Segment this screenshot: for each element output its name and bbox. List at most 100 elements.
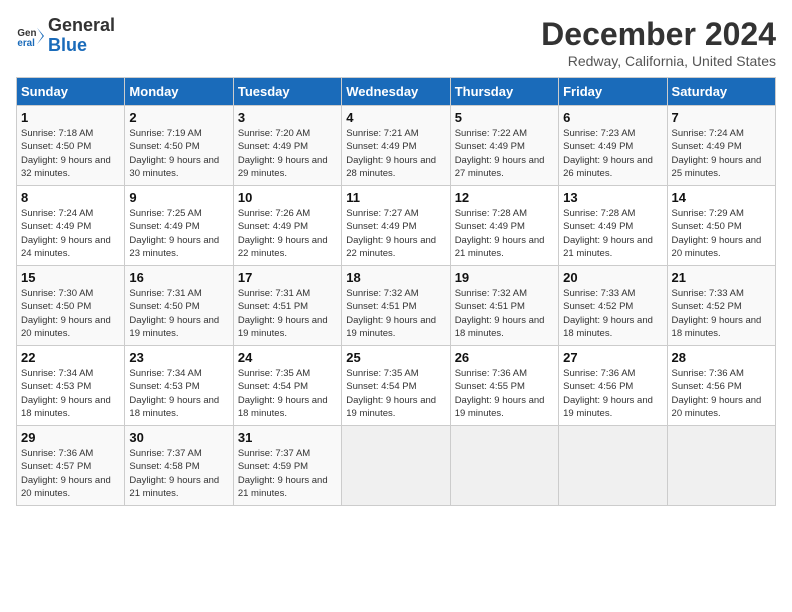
header: Gen eral GeneralBlue December 2024 Redwa… <box>16 16 776 69</box>
table-row: 16Sunrise: 7:31 AMSunset: 4:50 PMDayligh… <box>125 266 233 346</box>
day-number: 12 <box>455 190 554 205</box>
day-number: 18 <box>346 270 445 285</box>
day-info: Sunrise: 7:18 AMSunset: 4:50 PMDaylight:… <box>21 128 111 179</box>
logo-icon: Gen eral <box>16 22 44 50</box>
day-number: 17 <box>238 270 337 285</box>
day-number: 7 <box>672 110 771 125</box>
day-number: 31 <box>238 430 337 445</box>
day-info: Sunrise: 7:29 AMSunset: 4:50 PMDaylight:… <box>672 208 762 259</box>
table-row: 14 Sunrise: 7:29 AMSunset: 4:50 PMDayligh… <box>667 186 775 266</box>
calendar-week-3: 15Sunrise: 7:30 AMSunset: 4:50 PMDayligh… <box>17 266 776 346</box>
table-row: 1 Sunrise: 7:18 AMSunset: 4:50 PMDaylight… <box>17 106 125 186</box>
day-number: 22 <box>21 350 120 365</box>
day-info: Sunrise: 7:34 AMSunset: 4:53 PMDaylight:… <box>21 368 111 419</box>
day-info: Sunrise: 7:36 AMSunset: 4:57 PMDaylight:… <box>21 448 111 499</box>
day-info: Sunrise: 7:21 AMSunset: 4:49 PMDaylight:… <box>346 128 436 179</box>
day-info: Sunrise: 7:22 AMSunset: 4:49 PMDaylight:… <box>455 128 545 179</box>
day-number: 28 <box>672 350 771 365</box>
day-info: Sunrise: 7:24 AMSunset: 4:49 PMDaylight:… <box>21 208 111 259</box>
day-info: Sunrise: 7:35 AMSunset: 4:54 PMDaylight:… <box>346 368 436 419</box>
table-row: 6 Sunrise: 7:23 AMSunset: 4:49 PMDaylight… <box>559 106 667 186</box>
day-number: 23 <box>129 350 228 365</box>
day-number: 29 <box>21 430 120 445</box>
day-number: 9 <box>129 190 228 205</box>
day-number: 8 <box>21 190 120 205</box>
table-row: 26Sunrise: 7:36 AMSunset: 4:55 PMDayligh… <box>450 346 558 426</box>
calendar-week-1: 1 Sunrise: 7:18 AMSunset: 4:50 PMDaylight… <box>17 106 776 186</box>
table-row: 11 Sunrise: 7:27 AMSunset: 4:49 PMDayligh… <box>342 186 450 266</box>
table-row: 20 Sunrise: 7:33 AMSunset: 4:52 PMDayligh… <box>559 266 667 346</box>
table-row: 22 Sunrise: 7:34 AMSunset: 4:53 PMDayligh… <box>17 346 125 426</box>
table-row: 9 Sunrise: 7:25 AMSunset: 4:49 PMDaylight… <box>125 186 233 266</box>
day-info: Sunrise: 7:36 AMSunset: 4:56 PMDaylight:… <box>672 368 762 419</box>
table-row: 23 Sunrise: 7:34 AMSunset: 4:53 PMDayligh… <box>125 346 233 426</box>
day-number: 4 <box>346 110 445 125</box>
day-info: Sunrise: 7:34 AMSunset: 4:53 PMDaylight:… <box>129 368 219 419</box>
header-sunday: Sunday <box>17 78 125 106</box>
day-number: 21 <box>672 270 771 285</box>
day-number: 14 <box>672 190 771 205</box>
day-info: Sunrise: 7:27 AMSunset: 4:49 PMDaylight:… <box>346 208 436 259</box>
day-info: Sunrise: 7:36 AMSunset: 4:56 PMDaylight:… <box>563 368 653 419</box>
day-number: 20 <box>563 270 662 285</box>
day-info: Sunrise: 7:32 AMSunset: 4:51 PMDaylight:… <box>346 288 436 339</box>
day-info: Sunrise: 7:33 AMSunset: 4:52 PMDaylight:… <box>672 288 762 339</box>
day-info: Sunrise: 7:32 AMSunset: 4:51 PMDaylight:… <box>455 288 545 339</box>
header-saturday: Saturday <box>667 78 775 106</box>
table-row: 27 Sunrise: 7:36 AMSunset: 4:56 PMDayligh… <box>559 346 667 426</box>
day-info: Sunrise: 7:35 AMSunset: 4:54 PMDaylight:… <box>238 368 328 419</box>
table-row: 15Sunrise: 7:30 AMSunset: 4:50 PMDayligh… <box>17 266 125 346</box>
table-row: 12 Sunrise: 7:28 AMSunset: 4:49 PMDayligh… <box>450 186 558 266</box>
day-number: 24 <box>238 350 337 365</box>
table-row <box>450 426 558 506</box>
svg-text:eral: eral <box>17 38 35 49</box>
header-friday: Friday <box>559 78 667 106</box>
day-info: Sunrise: 7:25 AMSunset: 4:49 PMDaylight:… <box>129 208 219 259</box>
day-number: 3 <box>238 110 337 125</box>
logo-text: GeneralBlue <box>48 16 115 56</box>
table-row: 25Sunrise: 7:35 AMSunset: 4:54 PMDayligh… <box>342 346 450 426</box>
day-info: Sunrise: 7:28 AMSunset: 4:49 PMDaylight:… <box>455 208 545 259</box>
day-info: Sunrise: 7:37 AMSunset: 4:58 PMDaylight:… <box>129 448 219 499</box>
header-monday: Monday <box>125 78 233 106</box>
table-row: 8 Sunrise: 7:24 AMSunset: 4:49 PMDaylight… <box>17 186 125 266</box>
day-info: Sunrise: 7:28 AMSunset: 4:49 PMDaylight:… <box>563 208 653 259</box>
day-info: Sunrise: 7:33 AMSunset: 4:52 PMDaylight:… <box>563 288 653 339</box>
table-row: 28 Sunrise: 7:36 AMSunset: 4:56 PMDayligh… <box>667 346 775 426</box>
day-number: 11 <box>346 190 445 205</box>
day-number: 19 <box>455 270 554 285</box>
header-tuesday: Tuesday <box>233 78 341 106</box>
day-number: 30 <box>129 430 228 445</box>
table-row <box>667 426 775 506</box>
calendar-table: Sunday Monday Tuesday Wednesday Thursday… <box>16 77 776 506</box>
day-number: 13 <box>563 190 662 205</box>
table-row <box>559 426 667 506</box>
calendar-week-4: 22 Sunrise: 7:34 AMSunset: 4:53 PMDayligh… <box>17 346 776 426</box>
day-info: Sunrise: 7:24 AMSunset: 4:49 PMDaylight:… <box>672 128 762 179</box>
day-info: Sunrise: 7:37 AMSunset: 4:59 PMDaylight:… <box>238 448 328 499</box>
table-row: 2Sunrise: 7:19 AMSunset: 4:50 PMDaylight… <box>125 106 233 186</box>
header-row: Sunday Monday Tuesday Wednesday Thursday… <box>17 78 776 106</box>
table-row <box>342 426 450 506</box>
table-row: 21 Sunrise: 7:33 AMSunset: 4:52 PMDayligh… <box>667 266 775 346</box>
header-thursday: Thursday <box>450 78 558 106</box>
day-number: 27 <box>563 350 662 365</box>
day-info: Sunrise: 7:23 AMSunset: 4:49 PMDaylight:… <box>563 128 653 179</box>
day-number: 1 <box>21 110 120 125</box>
table-row: 24 Sunrise: 7:35 AMSunset: 4:54 PMDayligh… <box>233 346 341 426</box>
calendar-header: Sunday Monday Tuesday Wednesday Thursday… <box>17 78 776 106</box>
table-row: 7 Sunrise: 7:24 AMSunset: 4:49 PMDaylight… <box>667 106 775 186</box>
table-row: 10Sunrise: 7:26 AMSunset: 4:49 PMDayligh… <box>233 186 341 266</box>
title-section: December 2024 Redway, California, United… <box>541 16 776 69</box>
header-wednesday: Wednesday <box>342 78 450 106</box>
table-row: 18 Sunrise: 7:32 AMSunset: 4:51 PMDayligh… <box>342 266 450 346</box>
calendar-body: 1 Sunrise: 7:18 AMSunset: 4:50 PMDaylight… <box>17 106 776 506</box>
day-info: Sunrise: 7:19 AMSunset: 4:50 PMDaylight:… <box>129 128 219 179</box>
table-row: 17Sunrise: 7:31 AMSunset: 4:51 PMDayligh… <box>233 266 341 346</box>
table-row: 3Sunrise: 7:20 AMSunset: 4:49 PMDaylight… <box>233 106 341 186</box>
day-info: Sunrise: 7:31 AMSunset: 4:50 PMDaylight:… <box>129 288 219 339</box>
logo: Gen eral GeneralBlue <box>16 16 115 56</box>
calendar-title: December 2024 <box>541 16 776 53</box>
day-number: 6 <box>563 110 662 125</box>
table-row: 29 Sunrise: 7:36 AMSunset: 4:57 PMDayligh… <box>17 426 125 506</box>
